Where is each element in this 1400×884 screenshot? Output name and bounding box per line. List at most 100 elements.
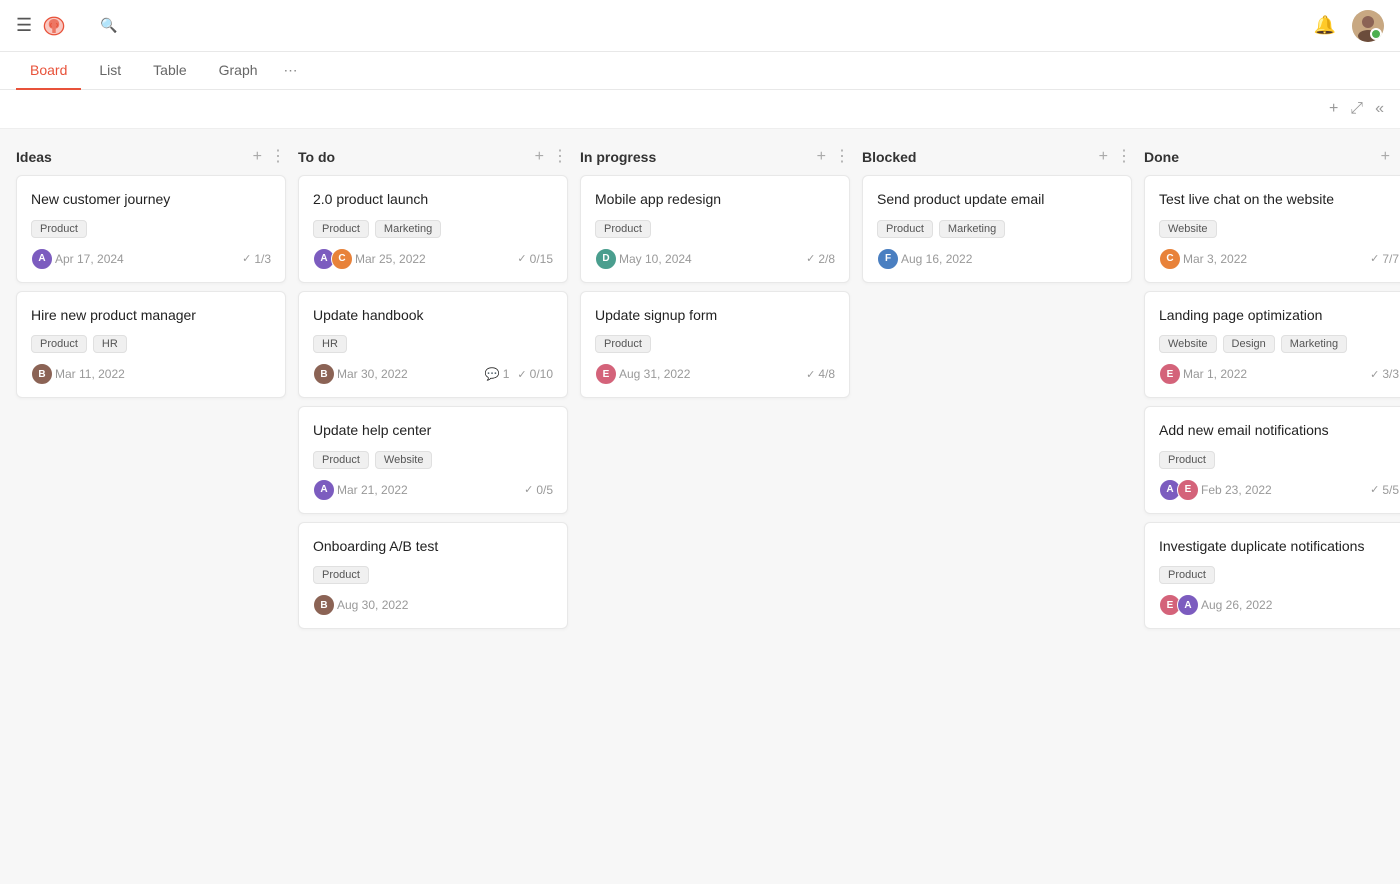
card-tags: ProductMarketing [877,220,1117,238]
card-c10[interactable]: Test live chat on the website Website C … [1144,175,1400,283]
check-stat: ✓0/5 [524,483,553,497]
add-column-button[interactable]: + [1329,100,1338,118]
column-more-todo[interactable]: ⋮ [552,149,568,165]
card-title: Investigate duplicate notifications [1159,537,1399,557]
avatar: A [1177,594,1199,616]
column-more-ideas[interactable]: ⋮ [270,149,286,165]
expand-button[interactable]: ⤢ [1350,100,1363,118]
avatar: C [1159,248,1181,270]
card-tags: Product [595,335,835,353]
check-stat: ✓0/10 [517,367,553,381]
card-c4[interactable]: Update handbook HR B Mar 30, 2022 💬1✓0/1… [298,291,568,399]
card-tags: ProductWebsite [313,451,553,469]
card-date: Mar 21, 2022 [337,483,408,497]
column-header-blocked: Blocked + ⋮ [862,145,1132,175]
column-actions-done: + ⋮ [1381,149,1400,165]
tag: Marketing [1281,335,1347,353]
check-stat: ✓3/3 [1370,367,1399,381]
avatar-stack: A [31,248,49,270]
card-c5[interactable]: Update help center ProductWebsite A Mar … [298,406,568,514]
avatar-stack: E [1159,363,1177,385]
card-stats: ✓7/7 [1370,252,1399,266]
card-meta: AC Mar 25, 2022 [313,248,426,270]
card-stats: ✓5/5 [1370,483,1399,497]
avatar: E [1177,479,1199,501]
card-date: Aug 30, 2022 [337,598,408,612]
column-add-ideas[interactable]: + [253,149,262,165]
column-header-done: Done + ⋮ [1144,145,1400,175]
check-icon: ✓ [517,252,526,265]
card-meta: EA Aug 26, 2022 [1159,594,1272,616]
card-c13[interactable]: Investigate duplicate notifications Prod… [1144,522,1400,630]
card-c2[interactable]: Hire new product manager ProductHR B Mar… [16,291,286,399]
card-stats: ✓3/3 [1370,367,1399,381]
tag: Website [1159,220,1217,238]
card-stats: 💬1✓0/10 [485,367,553,381]
card-c8[interactable]: Update signup form Product E Aug 31, 202… [580,291,850,399]
search-icon: 🔍 [100,17,117,34]
card-meta: AE Feb 23, 2022 [1159,479,1272,501]
card-c7[interactable]: Mobile app redesign Product D May 10, 20… [580,175,850,283]
collapse-button[interactable]: « [1375,100,1384,118]
card-stats: ✓4/8 [806,367,835,381]
column-add-todo[interactable]: + [535,149,544,165]
hamburger-icon[interactable]: ☰ [16,15,32,36]
card-tags: Product [1159,451,1399,469]
check-stat: ✓1/3 [242,252,271,266]
board-header: + ⤢ « [0,90,1400,129]
card-title: Mobile app redesign [595,190,835,210]
column-title-done: Done [1144,149,1381,165]
column-add-done[interactable]: + [1381,149,1390,165]
card-c6[interactable]: Onboarding A/B test Product B Aug 30, 20… [298,522,568,630]
card-c3[interactable]: 2.0 product launch ProductMarketing AC M… [298,175,568,283]
card-stats: ✓2/8 [806,252,835,266]
card-footer: B Mar 11, 2022 [31,363,271,385]
card-footer: B Mar 30, 2022 💬1✓0/10 [313,363,553,385]
avatar: B [313,363,335,385]
column-title-todo: To do [298,149,535,165]
avatar-stack: B [313,363,331,385]
column-todo: To do + ⋮ 2.0 product launch ProductMark… [298,145,568,637]
card-stats: ✓0/15 [517,252,553,266]
avatar: D [595,248,617,270]
card-c9[interactable]: Send product update email ProductMarketi… [862,175,1132,283]
card-c12[interactable]: Add new email notifications Product AE F… [1144,406,1400,514]
user-avatar[interactable] [1352,10,1384,42]
column-title-blocked: Blocked [862,149,1099,165]
avatar-stack: E [595,363,613,385]
comment-icon: 💬 [485,367,500,381]
card-title: New customer journey [31,190,271,210]
card-c11[interactable]: Landing page optimization WebsiteDesignM… [1144,291,1400,399]
card-date: Aug 31, 2022 [619,367,690,381]
avatar: B [31,363,53,385]
avatar: A [313,479,335,501]
column-more-inprogress[interactable]: ⋮ [834,149,850,165]
check-icon: ✓ [517,368,526,381]
card-tags: Product [595,220,835,238]
column-add-inprogress[interactable]: + [817,149,826,165]
card-meta: E Mar 1, 2022 [1159,363,1247,385]
tab-list[interactable]: List [85,52,135,90]
card-c1[interactable]: New customer journey Product A Apr 17, 2… [16,175,286,283]
column-add-blocked[interactable]: + [1099,149,1108,165]
bell-icon[interactable]: 🔔 [1314,15,1336,36]
tab-table[interactable]: Table [139,52,200,90]
card-tags: ProductHR [31,335,271,353]
card-title: Add new email notifications [1159,421,1399,441]
card-tags: HR [313,335,553,353]
card-title: Send product update email [877,190,1117,210]
tag: Product [595,220,651,238]
tab-board[interactable]: Board [16,52,81,90]
column-title-inprogress: In progress [580,149,817,165]
column-actions-inprogress: + ⋮ [817,149,850,165]
column-more-blocked[interactable]: ⋮ [1116,149,1132,165]
card-stats: ✓1/3 [242,252,271,266]
avatar-stack: A [313,479,331,501]
tab-more-icon[interactable]: ⋯ [276,52,306,89]
tab-graph[interactable]: Graph [205,52,272,90]
card-title: Test live chat on the website [1159,190,1399,210]
card-footer: B Aug 30, 2022 [313,594,553,616]
card-footer: F Aug 16, 2022 [877,248,1117,270]
nav-search[interactable]: 🔍 [100,17,123,34]
check-stat: ✓2/8 [806,252,835,266]
